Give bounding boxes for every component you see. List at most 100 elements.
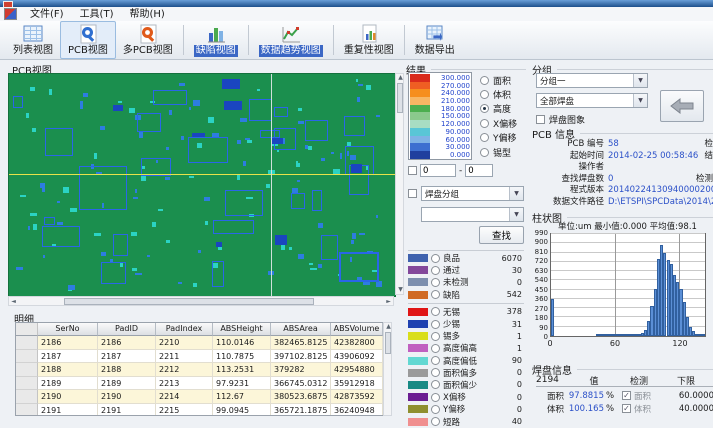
- gridline: [551, 261, 705, 262]
- radio-icon[interactable]: [431, 368, 440, 377]
- radio-icon[interactable]: [431, 344, 440, 353]
- scroll-up-icon[interactable]: ▲: [384, 323, 393, 331]
- radio-icon[interactable]: [431, 290, 440, 299]
- menu-item-0[interactable]: 文件(F): [22, 8, 72, 21]
- category-row-11[interactable]: 面积偏少0: [408, 379, 524, 391]
- scroll-left-icon[interactable]: ◄: [9, 298, 18, 306]
- category-row-2[interactable]: 通过30: [408, 264, 524, 276]
- category-row-4[interactable]: 缺陷542: [408, 289, 524, 301]
- toolbar-button-7[interactable]: 数据导出: [408, 21, 462, 59]
- category-row-8[interactable]: 高度偏高1: [408, 342, 524, 354]
- table-row[interactable]: 218621862210110.0146382465.812542382800: [16, 336, 391, 350]
- pad-group-dropdown[interactable]: 焊盘分组 ▼: [421, 186, 524, 201]
- pcb-canvas[interactable]: [8, 73, 396, 297]
- row-selector[interactable]: [16, 336, 38, 350]
- table-row[interactable]: 21892189221397.9231366745.031235912918: [16, 377, 391, 391]
- range-filter-checkbox[interactable]: [408, 166, 417, 175]
- scrollbar-thumb[interactable]: [397, 83, 403, 113]
- pcb-component: [376, 115, 380, 118]
- category-row-10[interactable]: 面积偏多0: [408, 367, 524, 379]
- pcb-horizontal-scrollbar[interactable]: ◄ ►: [8, 296, 394, 306]
- pcb-component: [13, 96, 23, 107]
- radio-icon[interactable]: [431, 356, 440, 365]
- toolbar-button-1[interactable]: 列表视图: [6, 21, 60, 59]
- category-row-6[interactable]: 少锡31: [408, 318, 524, 330]
- category-row-14[interactable]: 短路40: [408, 415, 524, 427]
- detail-vertical-scrollbar[interactable]: ▲: [383, 322, 392, 416]
- scrollbar-thumb[interactable]: [64, 298, 314, 305]
- radio-icon[interactable]: [431, 278, 440, 287]
- toolbar-button-4[interactable]: 缺陷视图: [187, 21, 245, 59]
- search-button[interactable]: 查找: [479, 226, 524, 244]
- metric-radio-1[interactable]: 面积: [480, 73, 526, 87]
- radio-icon[interactable]: [431, 380, 440, 389]
- pad-check-checkbox[interactable]: ✓: [622, 391, 631, 400]
- sub-group-dropdown[interactable]: ▼: [421, 207, 524, 222]
- table-row[interactable]: 218721872211110.7875397102.812543906092: [16, 350, 391, 364]
- category-color: [408, 332, 428, 340]
- range-to-input[interactable]: [465, 164, 493, 177]
- info-label: 操作者: [532, 162, 608, 174]
- pcb-component: [274, 107, 288, 117]
- column-header[interactable]: PadIndex: [156, 323, 213, 336]
- pad-metric-name: 体积: [536, 403, 564, 415]
- row-selector[interactable]: [16, 350, 38, 364]
- scrollbar-thumb[interactable]: [385, 332, 391, 354]
- radio-icon[interactable]: [431, 320, 440, 329]
- pad-scope-dropdown[interactable]: 全部焊盘 ▼: [536, 93, 648, 108]
- metric-radio-5[interactable]: Y偏移: [480, 131, 526, 145]
- category-row-12[interactable]: X偏移0: [408, 391, 524, 403]
- table-row[interactable]: 218821882212113.253137928242954880: [16, 363, 391, 377]
- toolbar-button-2[interactable]: PCB视图: [60, 21, 116, 59]
- radio-icon[interactable]: [431, 254, 440, 263]
- radio-icon[interactable]: [431, 307, 440, 316]
- column-header[interactable]: ABSArea: [271, 323, 331, 336]
- radio-icon[interactable]: [431, 405, 440, 414]
- scroll-up-icon[interactable]: ▲: [396, 74, 405, 82]
- category-row-7[interactable]: 锡多1: [408, 330, 524, 342]
- back-arrow-button[interactable]: [660, 90, 704, 122]
- pcb-vertical-scrollbar[interactable]: ▲ ▼: [395, 73, 404, 295]
- toolbar-button-6[interactable]: 重复性视图: [337, 21, 401, 59]
- metric-radio-3[interactable]: 高度: [480, 102, 526, 116]
- category-row-1[interactable]: 良品6070: [408, 252, 524, 264]
- range-from-input[interactable]: [420, 164, 456, 177]
- table-row[interactable]: 21912191221599.0945365721.187536240948: [16, 404, 391, 417]
- scroll-down-icon[interactable]: ▼: [396, 286, 405, 294]
- column-header[interactable]: SerNo: [38, 323, 98, 336]
- pad-image-checkbox[interactable]: [536, 115, 545, 124]
- row-selector[interactable]: [16, 404, 38, 417]
- metric-radio-6[interactable]: 锡型: [480, 145, 526, 159]
- radio-icon: [480, 90, 489, 99]
- radio-icon[interactable]: [431, 393, 440, 402]
- column-header[interactable]: ABSHeight: [213, 323, 271, 336]
- group-dropdown[interactable]: 分组一 ▼: [536, 73, 648, 88]
- toolbar-button-3[interactable]: 多PCB视图: [116, 21, 180, 59]
- pcb-component: [166, 147, 168, 150]
- pcb-component: [339, 252, 379, 282]
- toolbar-button-label: 重复性视图: [344, 45, 394, 57]
- scroll-right-icon[interactable]: ►: [384, 298, 393, 306]
- pad-image-row: 焊盘图象: [536, 113, 585, 126]
- category-row-5[interactable]: 无锡378: [408, 306, 524, 318]
- pcb-component: [169, 110, 172, 115]
- table-row[interactable]: 219021902214112.67380523.687542873592: [16, 390, 391, 404]
- menu-item-1[interactable]: 工具(T): [72, 8, 122, 21]
- category-row-9[interactable]: 高度偏低90: [408, 355, 524, 367]
- metric-radio-2[interactable]: 体积: [480, 87, 526, 101]
- row-selector[interactable]: [16, 390, 38, 404]
- radio-icon[interactable]: [431, 266, 440, 275]
- category-row-13[interactable]: Y偏移0: [408, 403, 524, 415]
- row-selector[interactable]: [16, 363, 38, 377]
- category-row-3[interactable]: 未检测0: [408, 276, 524, 288]
- menu-item-2[interactable]: 帮助(H): [121, 8, 172, 21]
- pad-group-checkbox[interactable]: [408, 189, 417, 198]
- column-header[interactable]: PadID: [98, 323, 156, 336]
- toolbar-button-5[interactable]: 数据趋势视图: [252, 21, 330, 59]
- metric-radio-4[interactable]: X偏移: [480, 116, 526, 130]
- column-header[interactable]: ABSVolume: [331, 323, 383, 336]
- row-selector[interactable]: [16, 377, 38, 391]
- radio-icon[interactable]: [431, 417, 440, 426]
- pad-check-checkbox[interactable]: ✓: [622, 404, 631, 413]
- radio-icon[interactable]: [431, 332, 440, 341]
